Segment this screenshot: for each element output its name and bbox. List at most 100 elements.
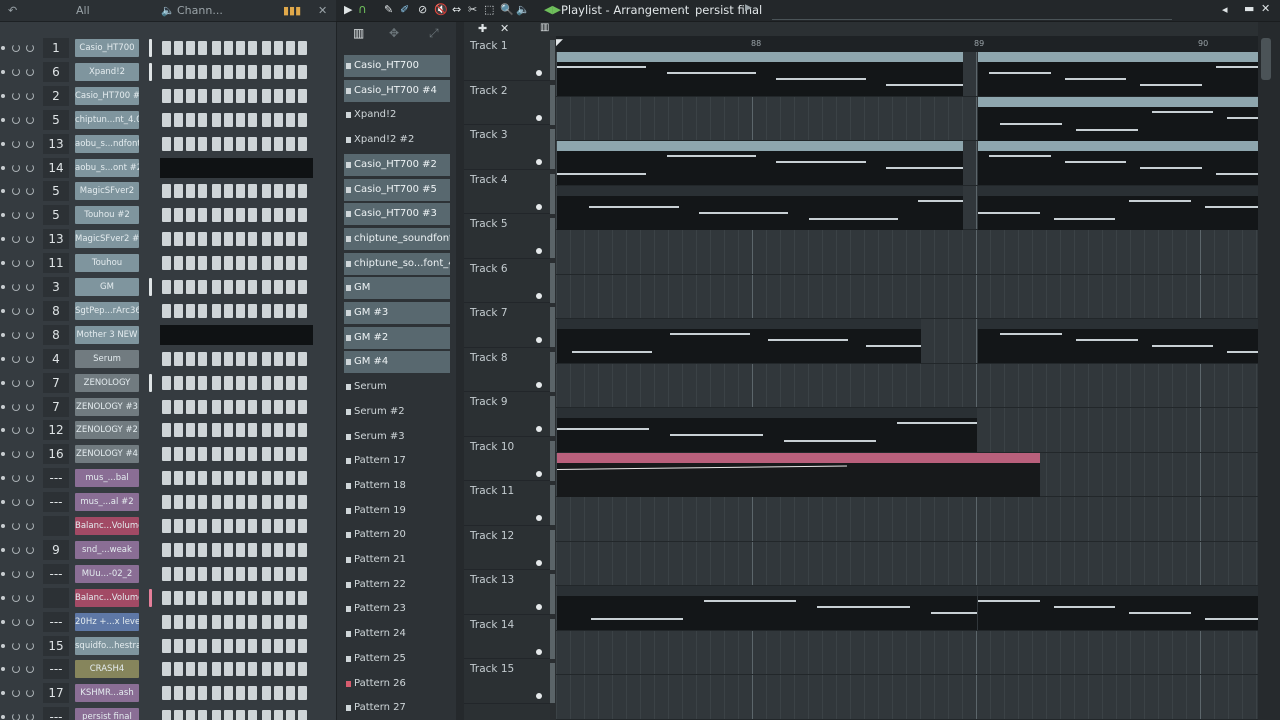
mixer-track-number[interactable]: --- — [43, 492, 69, 513]
step-button[interactable] — [174, 232, 183, 247]
pan-knob[interactable] — [12, 617, 20, 626]
step-button[interactable] — [212, 64, 221, 79]
mute-led[interactable] — [1, 619, 5, 624]
track-enable-led[interactable] — [536, 648, 542, 655]
step-button[interactable] — [262, 495, 271, 510]
pan-knob[interactable] — [12, 115, 20, 124]
step-button[interactable] — [236, 519, 245, 533]
step-button[interactable] — [286, 614, 295, 629]
remove-icon[interactable]: ✕ — [500, 22, 509, 35]
step-button[interactable] — [224, 566, 233, 581]
step-button[interactable] — [286, 375, 295, 390]
channel-name-button[interactable]: chiptun...nt_4.0 — [75, 110, 139, 129]
step-button[interactable] — [286, 112, 295, 127]
step-button[interactable] — [224, 184, 233, 199]
picker-item[interactable]: Pattern 27 — [344, 697, 450, 719]
step-button[interactable] — [236, 614, 245, 629]
step-button[interactable] — [224, 710, 233, 720]
step-button[interactable] — [224, 112, 233, 127]
mute-led[interactable] — [1, 404, 5, 409]
step-button[interactable] — [162, 280, 171, 294]
delete-tool-icon[interactable]: ⊘ — [418, 3, 427, 16]
picker-item[interactable]: Pattern 21 — [344, 549, 450, 571]
step-button[interactable] — [298, 112, 307, 127]
step-button[interactable] — [162, 614, 171, 629]
channel-row[interactable]: --- persist final — [0, 705, 336, 720]
mute-led[interactable] — [1, 643, 5, 648]
pan-knob[interactable] — [12, 474, 20, 483]
mute-led[interactable] — [1, 595, 5, 600]
mixer-track-number[interactable]: --- — [43, 611, 69, 632]
channel-row[interactable]: Balanc...Volume — [0, 514, 336, 538]
step-button[interactable] — [198, 590, 207, 605]
pan-knob[interactable] — [12, 235, 20, 244]
step-button[interactable] — [248, 710, 257, 720]
step-button[interactable] — [274, 614, 283, 629]
track-enable-led[interactable] — [536, 559, 542, 566]
step-button[interactable] — [262, 542, 271, 557]
playback-tool-icon[interactable]: 🔈 — [516, 3, 530, 16]
channel-row[interactable]: 11 Touhou — [0, 251, 336, 275]
step-button[interactable] — [224, 64, 233, 79]
step-button[interactable] — [236, 41, 245, 55]
step-button[interactable] — [248, 88, 257, 103]
track-enable-led[interactable] — [536, 203, 542, 210]
close-window-icon[interactable]: ✕ — [1261, 2, 1270, 15]
step-button[interactable] — [286, 184, 295, 199]
step-button[interactable] — [262, 614, 271, 629]
step-button[interactable] — [262, 136, 271, 151]
step-button[interactable] — [198, 41, 207, 55]
step-button[interactable] — [274, 447, 283, 462]
mixer-track-number[interactable] — [43, 587, 69, 608]
mixer-track-number[interactable]: 14 — [43, 157, 69, 178]
group-filter[interactable]: All — [76, 0, 90, 22]
step-button[interactable] — [174, 542, 183, 557]
step-button[interactable] — [298, 232, 307, 247]
step-button[interactable] — [162, 64, 171, 79]
step-button[interactable] — [198, 184, 207, 199]
piano-roll-preview[interactable] — [160, 157, 313, 178]
volume-knob[interactable] — [26, 283, 34, 291]
step-button[interactable] — [298, 495, 307, 510]
channel-name-button[interactable]: Serum — [75, 349, 139, 368]
step-button[interactable] — [186, 662, 195, 677]
volume-knob[interactable] — [26, 211, 34, 220]
volume-knob[interactable] — [26, 306, 34, 315]
mute-led[interactable] — [1, 452, 5, 457]
step-button[interactable] — [248, 471, 257, 486]
pattern-dropdown-icon[interactable]: ▶ — [745, 3, 752, 13]
step-button[interactable] — [262, 399, 271, 414]
volume-knob[interactable] — [26, 474, 34, 483]
pan-knob[interactable] — [12, 306, 20, 315]
step-button[interactable] — [286, 423, 295, 438]
step-button[interactable] — [186, 375, 195, 390]
step-button[interactable] — [274, 590, 283, 605]
mixer-track-number[interactable]: 13 — [43, 229, 69, 250]
step-button[interactable] — [248, 399, 257, 414]
step-button[interactable] — [186, 256, 195, 271]
channel-name-button[interactable]: CRASH4 — [75, 660, 139, 679]
mute-led[interactable] — [1, 213, 5, 218]
step-button[interactable] — [262, 41, 271, 55]
step-button[interactable] — [174, 112, 183, 127]
mute-led[interactable] — [1, 380, 5, 385]
step-button[interactable] — [236, 112, 245, 127]
channel-row[interactable]: 17 KSHMR...ash — [0, 681, 336, 705]
step-button[interactable] — [186, 614, 195, 629]
mute-led[interactable] — [1, 237, 5, 242]
picker-toggle-icon[interactable]: ▥ — [540, 22, 549, 33]
pattern-clip[interactable]: GM #2 — [978, 141, 1258, 185]
pan-knob[interactable] — [12, 593, 20, 602]
step-button[interactable] — [274, 41, 283, 55]
mute-led[interactable] — [1, 308, 5, 313]
step-button[interactable] — [298, 280, 307, 294]
channel-name-button[interactable]: SgtPep...rArc360 — [75, 301, 139, 320]
mixer-track-number[interactable]: 15 — [43, 635, 69, 656]
picker-item[interactable]: Serum #2 — [344, 401, 450, 423]
mixer-track-number[interactable]: --- — [43, 563, 69, 584]
step-button[interactable] — [174, 686, 183, 701]
pattern-clip[interactable]: Pattern 29 — [557, 586, 977, 630]
channel-select-indicator[interactable] — [149, 373, 152, 392]
channel-row[interactable]: 5 Touhou #2 — [0, 203, 336, 227]
picker-item[interactable]: Xpand!2 — [344, 104, 450, 126]
